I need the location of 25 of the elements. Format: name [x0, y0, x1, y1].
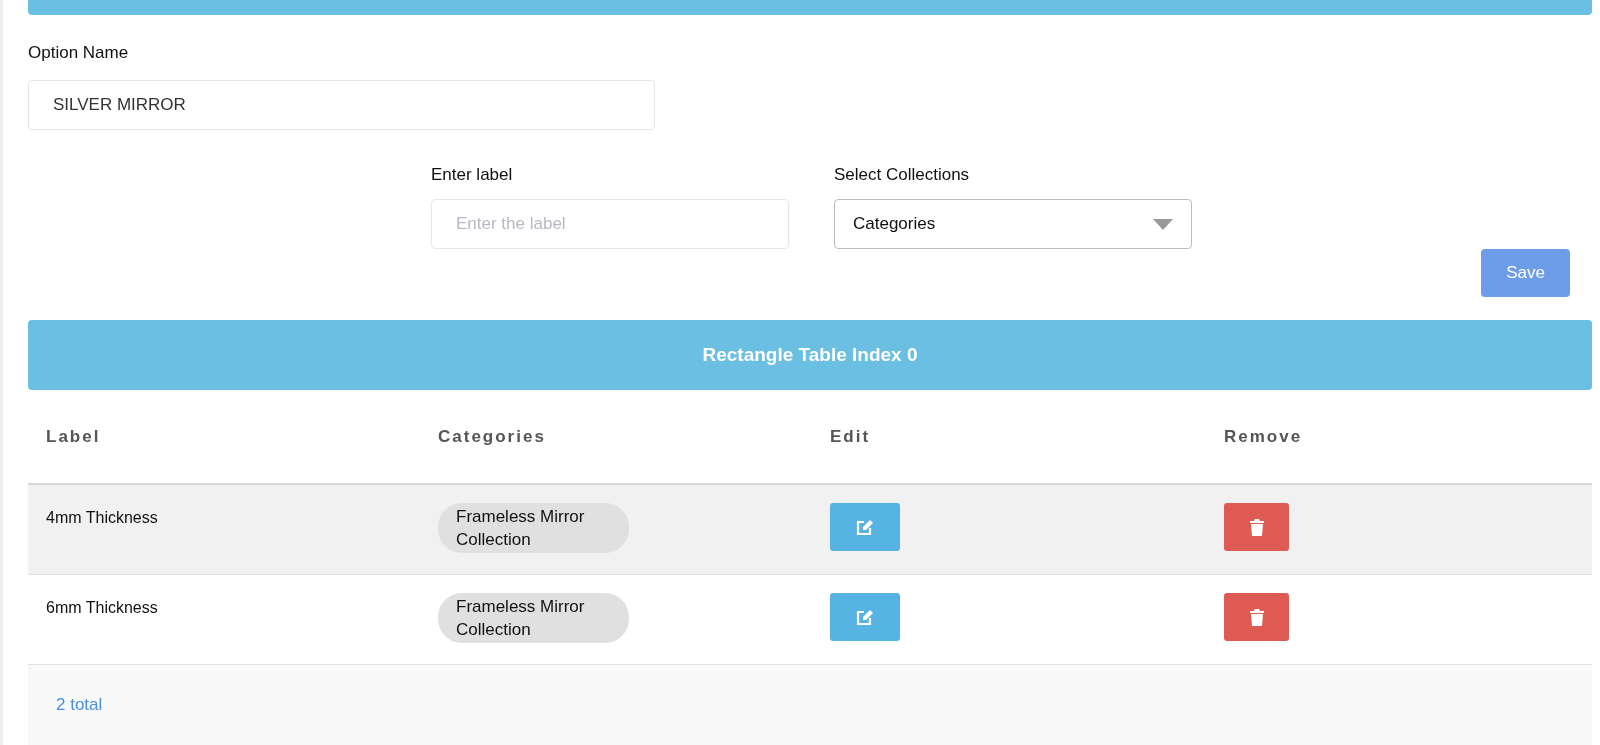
delete-button[interactable]	[1224, 503, 1289, 551]
edit-icon	[856, 608, 874, 626]
category-tag: Frameless Mirror Collection	[438, 593, 629, 643]
category-tag: Frameless Mirror Collection	[438, 503, 629, 553]
field-label: Select Collections	[834, 165, 971, 185]
edit-button[interactable]	[830, 503, 900, 551]
table-cell: 4mm Thickness	[46, 509, 158, 526]
edit-button[interactable]	[830, 593, 900, 641]
column-header: Edit	[829, 426, 872, 447]
delete-button[interactable]	[1224, 593, 1289, 641]
trash-icon	[1249, 608, 1264, 626]
edit-icon	[856, 518, 874, 536]
trash-icon	[1249, 518, 1264, 536]
column-header: Label	[45, 426, 102, 447]
column-header: Remove	[1223, 426, 1304, 447]
field-label: Enter label	[431, 165, 514, 185]
caret-icon	[1153, 218, 1173, 230]
label-input[interactable]: Enter the label	[431, 199, 789, 249]
collections-select[interactable]: Categories	[834, 199, 1192, 249]
option-name-input[interactable]: SILVER MIRROR	[28, 80, 655, 130]
total-count: 2 total	[56, 695, 103, 715]
field-label: Option Name	[28, 43, 130, 63]
table-title: Rectangle Table Index 0	[28, 320, 1592, 390]
table-cell: 6mm Thickness	[46, 599, 158, 616]
column-header: Categories	[437, 426, 547, 447]
